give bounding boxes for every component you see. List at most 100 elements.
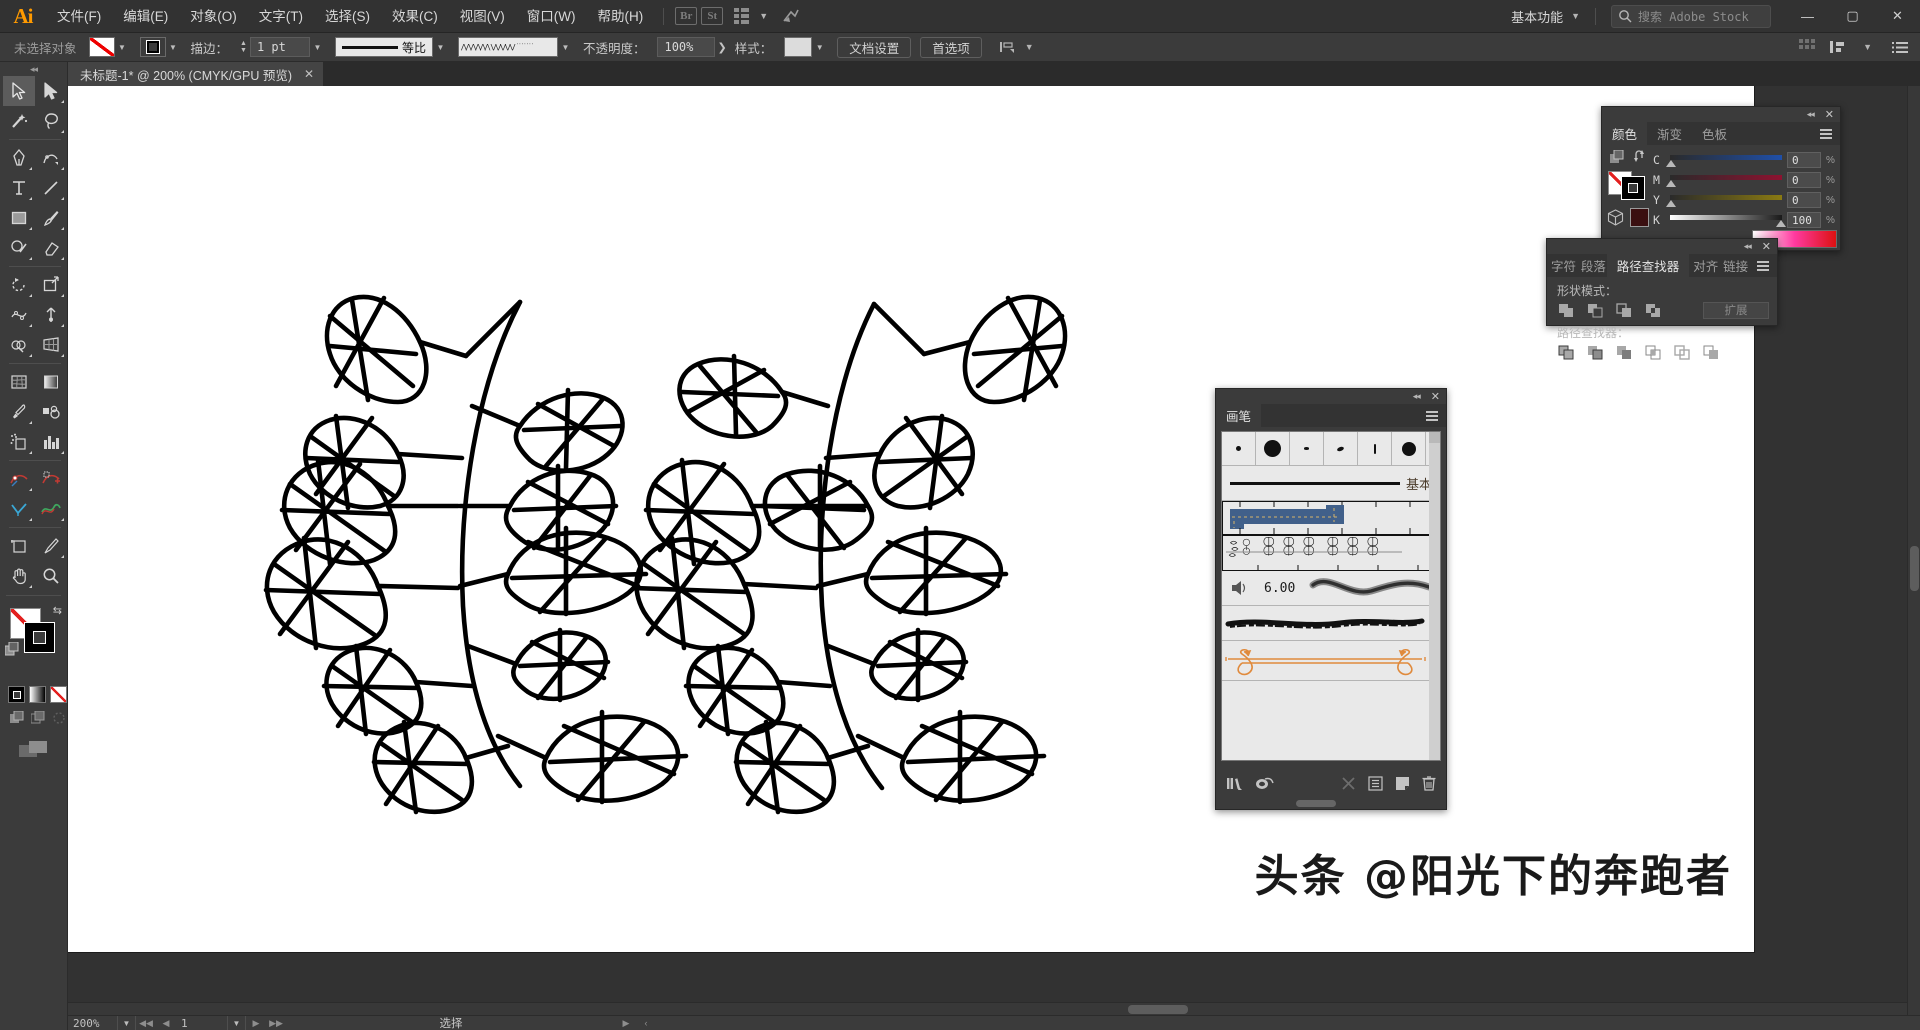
calligraphic-brush-4[interactable] — [1324, 432, 1358, 466]
pathfinder-panel-menu-icon[interactable] — [1749, 254, 1777, 277]
close-button[interactable]: ✕ — [1875, 0, 1920, 33]
free-transform-tool[interactable] — [35, 300, 67, 330]
tab-align[interactable]: 对齐 — [1689, 254, 1719, 277]
workspace-chevron-down-icon[interactable]: ▼ — [1569, 11, 1586, 21]
arrange-chevron-down-icon[interactable]: ▼ — [757, 11, 774, 21]
last-color-swatch[interactable] — [1630, 208, 1649, 227]
line-segment-tool[interactable] — [35, 173, 67, 203]
tab-pathfinder[interactable]: 路径查找器 — [1606, 254, 1690, 277]
bridge-icon[interactable]: Br — [675, 7, 698, 25]
brushes-panel-hscrollbar[interactable] — [1216, 798, 1446, 809]
artboard-chevron-down-icon[interactable]: ▼ — [228, 1015, 246, 1030]
collapse-icon[interactable]: ◂◂ — [1807, 109, 1815, 120]
color-panel-stroke-swatch[interactable] — [1621, 176, 1645, 200]
collapse-icon[interactable]: ◂◂ — [1744, 241, 1752, 252]
draw-behind-icon[interactable] — [31, 711, 45, 725]
stroke-weight-stepper[interactable]: ▲ ▼ — [240, 40, 247, 54]
shaper-tool[interactable] — [3, 233, 35, 263]
blend-tool[interactable] — [35, 397, 67, 427]
outline-button[interactable] — [1671, 343, 1693, 361]
list-item[interactable]: 6.00 — [1222, 571, 1440, 606]
tab-color[interactable]: 颜色 — [1602, 122, 1648, 145]
brush-definition-picker[interactable]: ⋀⋀⋀⋀⋀⋀ ⋁⋁⋁⋁⋁ ˙˙˙˙˙˙˙ — [457, 37, 558, 57]
drag-handle-icon[interactable] — [1799, 39, 1816, 55]
minus-front-button[interactable] — [1584, 301, 1606, 319]
paintbrush-tool[interactable] — [35, 203, 67, 233]
stroke-weight-chevron-down-icon[interactable]: ▼ — [309, 37, 325, 57]
libraries-icon[interactable] — [1255, 776, 1274, 791]
vertical-scroll-thumb[interactable] — [1910, 546, 1919, 591]
close-icon[interactable]: ✕ — [1762, 240, 1771, 253]
shape-builder-tool[interactable] — [3, 330, 35, 360]
panel-menu-icon[interactable] — [1892, 41, 1908, 54]
anchor-point-tool[interactable] — [3, 494, 35, 524]
workspace-name[interactable]: 基本功能 — [1505, 7, 1569, 26]
list-item[interactable] — [1222, 501, 1440, 535]
menu-file[interactable]: 文件(F) — [46, 0, 112, 33]
crop-button[interactable] — [1642, 343, 1664, 361]
brush-libraries-icon[interactable] — [1226, 776, 1243, 791]
arrange-panel-icon[interactable] — [1829, 40, 1847, 54]
3d-cube-icon[interactable] — [1607, 209, 1624, 226]
fill-swatch-control[interactable] — [88, 37, 115, 57]
menu-edit[interactable]: 编辑(E) — [112, 0, 179, 33]
symbol-sprayer-tool[interactable] — [3, 427, 35, 457]
type-tool[interactable] — [3, 173, 35, 203]
horizontal-scroll-thumb[interactable] — [1296, 800, 1336, 807]
gradient-tool[interactable] — [35, 367, 67, 397]
unite-button[interactable] — [1555, 301, 1577, 319]
last-artboard-icon[interactable]: ▶▶ — [266, 1016, 286, 1030]
slice-tool[interactable] — [35, 531, 67, 561]
slider-m-value[interactable]: 0 — [1787, 172, 1821, 188]
slider-c-value[interactable]: 0 — [1787, 152, 1821, 168]
stroke-profile-picker[interactable]: 等比 — [334, 37, 433, 57]
menu-type[interactable]: 文字(T) — [248, 0, 314, 33]
leaf-branch-artwork[interactable] — [68, 86, 1754, 952]
mesh-tool[interactable] — [3, 367, 35, 397]
menu-view[interactable]: 视图(V) — [449, 0, 516, 33]
menu-effect[interactable]: 效果(C) — [381, 0, 449, 33]
draw-inside-icon[interactable] — [52, 711, 66, 725]
stroke-weight-field[interactable]: 1 pt — [249, 37, 310, 57]
status-menu-icon[interactable]: ▶ — [616, 1016, 636, 1030]
previous-artboard-icon[interactable]: ◀ — [156, 1016, 176, 1030]
profile-chevron-down-icon[interactable]: ▼ — [432, 37, 448, 57]
menu-window[interactable]: 窗口(W) — [516, 0, 587, 33]
slider-c[interactable]: C 0 % — [1653, 150, 1836, 170]
close-icon[interactable]: ✕ — [1825, 108, 1834, 121]
align-chevron-down-icon[interactable]: ▼ — [1023, 42, 1040, 52]
stock-search-input[interactable]: 搜索 Adobe Stock — [1611, 4, 1771, 28]
list-item[interactable] — [1222, 606, 1440, 641]
scale-tool[interactable] — [35, 270, 67, 300]
slider-k-track[interactable] — [1670, 214, 1786, 227]
calligraphic-brush-2[interactable] — [1256, 432, 1290, 466]
fill-stroke-stack-icon[interactable] — [1610, 150, 1625, 165]
menu-select[interactable]: 选择(S) — [314, 0, 381, 33]
magic-wand-tool[interactable] — [3, 106, 35, 136]
first-artboard-icon[interactable]: ◀◀ — [136, 1016, 156, 1030]
lasso-tool[interactable] — [35, 106, 67, 136]
trim-button[interactable] — [1584, 343, 1606, 361]
slider-m[interactable]: M 0 % — [1653, 170, 1836, 190]
color-panel[interactable]: ◂◂ ✕ 颜色 渐变 色板 C 0 % M 0 % Y 0 % K 100 % — [1601, 106, 1841, 251]
collapse-icon[interactable]: ◂◂ — [1413, 391, 1421, 402]
list-item[interactable]: 基本 — [1222, 466, 1440, 501]
calligraphic-brush-3[interactable] — [1290, 432, 1324, 466]
artboard-tool[interactable] — [3, 531, 35, 561]
calligraphic-brush-6[interactable] — [1392, 432, 1426, 466]
zoom-level-field[interactable]: 200% — [68, 1015, 118, 1030]
canvas-horizontal-scrollbar[interactable] — [68, 1002, 1907, 1015]
tab-swatches[interactable]: 色板 — [1692, 122, 1737, 145]
style-chevron-down-icon[interactable]: ▼ — [812, 37, 828, 57]
list-item[interactable] — [1222, 641, 1440, 681]
menu-object[interactable]: 对象(O) — [179, 0, 248, 33]
merge-button[interactable] — [1613, 343, 1635, 361]
document-setup-button[interactable]: 文档设置 — [837, 36, 912, 58]
opacity-field[interactable]: 100% — [657, 37, 716, 57]
column-graph-tool[interactable] — [35, 427, 67, 457]
swap-fill-stroke-icon[interactable] — [1634, 150, 1649, 163]
slider-m-track[interactable] — [1666, 174, 1782, 187]
tools-collapse-icon[interactable]: ◂◂ — [0, 62, 67, 76]
pathfinder-panel[interactable]: ◂◂ ✕ 字符 段落 路径查找器 对齐 链接 形状模式： 扩展 路径查找器： — [1546, 238, 1778, 360]
maximize-button[interactable]: ▢ — [1830, 0, 1875, 33]
